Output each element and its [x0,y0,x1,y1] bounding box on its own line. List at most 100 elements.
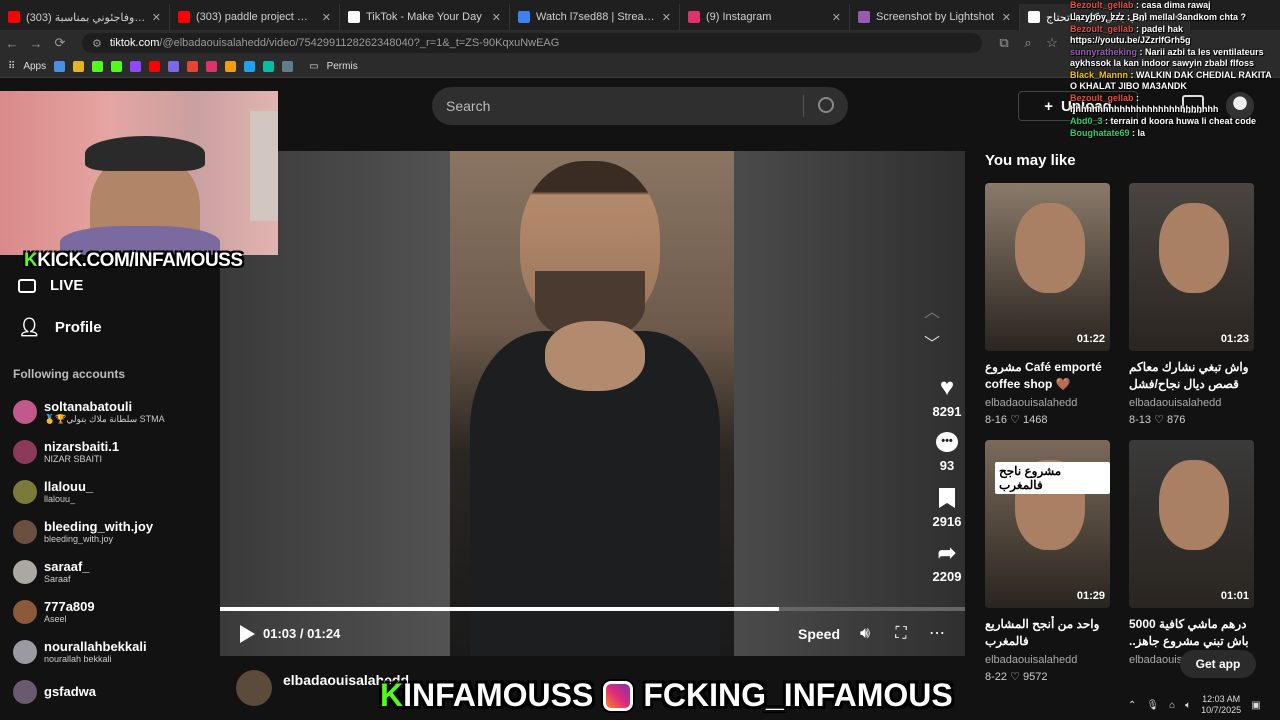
video-player[interactable]: 01:03 / 01:24 Speed 🔊︎ ⛶ ⋯ [220,151,965,656]
account-text: nizarsbaiti.1 NIZAR SBAITI [44,439,119,465]
video-title[interactable]: مشروع Café emporté coffee shop 🤎 [985,359,1110,393]
video-thumbnail[interactable]: 01:01 [1129,440,1254,608]
video-author[interactable]: elbadaouisalahedd [1129,397,1254,409]
video-frame[interactable] [450,151,734,656]
search-icon[interactable] [818,97,834,113]
following-account[interactable]: nizarsbaiti.1 NIZAR SBAITI [13,434,213,470]
tab-title: (9) Instagram [706,11,772,23]
recommendation-card[interactable]: 01:23 واش تبغي نشارك معاكم قصص ديال نجاح/… [1129,183,1254,426]
browser-tab[interactable]: Screenshot by Lightshot ✕ [850,4,1020,30]
notification-icon[interactable]: ▣ [1251,700,1260,711]
close-icon[interactable]: ✕ [1002,11,1011,24]
bookmark-icon[interactable] [244,61,256,72]
comment-button[interactable]: ••• 93 [928,430,966,473]
account-name: llalouu_ [44,478,94,494]
banner-name: INFAMOUSS [403,677,594,713]
bookmark-icon[interactable] [225,61,237,72]
play-icon[interactable] [240,625,255,643]
reload-icon[interactable]: ⟳ [48,35,72,51]
fullscreen-icon[interactable]: ⛶ [892,625,910,643]
apps-grid-icon[interactable]: ⠿ [8,61,15,72]
browser-tab[interactable]: (9) Instagram ✕ [680,4,850,30]
following-account[interactable]: gsfadwa [13,674,213,710]
bookmark-kick-icon[interactable] [92,61,104,72]
following-account[interactable]: 777a809 Aseel [13,594,213,630]
close-icon[interactable]: ✕ [832,11,841,24]
bookmark-apps[interactable]: Apps [23,61,46,72]
close-icon[interactable]: ✕ [322,11,331,24]
close-icon[interactable]: ✕ [152,11,161,24]
video-thumbnail[interactable]: مشروع ناجح فالمغرب 01:29 [985,440,1110,608]
close-icon[interactable]: ✕ [492,11,501,24]
following-account[interactable]: saraaf_ Saraaf [13,554,213,590]
browser-tab[interactable]: Watch l7sed88 | Streamable ✕ [510,4,680,30]
bookmark-gmail-icon[interactable] [187,61,199,72]
bookmark-folder-permis[interactable]: Permis [327,61,358,72]
taskbar-clock[interactable]: 12:03 AM 10/7/2025 [1201,694,1241,716]
browser-tab[interactable]: (303) داروا ليا حفلة وفاجئوني بمناسبة ✕ [0,4,170,30]
video-author[interactable]: elbadaouisalahedd [985,654,1110,666]
microphone-icon[interactable]: 🎙︎ [1146,700,1159,711]
save-button[interactable]: 2916 [928,486,966,529]
like-button[interactable]: ♥ 8291 [928,374,966,419]
speed-button[interactable]: Speed [798,626,840,642]
speaker-icon[interactable]: 🔈︎ [1185,700,1191,711]
creator-avatar[interactable] [236,670,272,706]
share-button[interactable]: ➦ 2209 [928,540,966,584]
back-icon[interactable]: ← [0,36,24,51]
browser-tab[interactable]: TikTok - Make Your Day ✕ [340,4,510,30]
following-account[interactable]: llalouu_ llalouu_ [13,474,213,510]
video-title[interactable]: واحد من أنجح المشاريع فالمغرب [985,616,1110,650]
video-thumbnail[interactable]: 01:23 [1129,183,1254,351]
video-meta: 8-13 ♡ 876 [1129,413,1254,426]
search-input[interactable]: Search [432,87,848,125]
chevron-up-icon[interactable]: ︿ [924,298,940,322]
streamer-cap [85,136,205,171]
chevron-up-icon[interactable]: ⌃ [1128,700,1136,711]
browser-tab[interactable]: (303) paddle project maroc - YouTube ✕ [170,4,340,30]
video-title[interactable]: 5000 درهم ماشي كافية باش تبني مشروع جاهز… [1129,616,1254,650]
video-figure [545,321,645,391]
recommendation-card[interactable]: 01:22 مشروع Café emporté coffee shop 🤎 elb… [985,183,1110,426]
zoom-icon[interactable]: ⌕ [1016,35,1040,51]
bookmark-instagram-icon[interactable] [206,61,218,72]
volume-icon[interactable]: 🔊︎ [856,625,874,643]
video-title[interactable]: واش تبغي نشارك معاكم قصص ديال نجاح/فشل م… [1129,359,1254,393]
following-account[interactable]: soltanabatouli 🥇🏆سلطانة ملاك بتولي STMA [13,394,213,430]
site-info-icon[interactable]: ⚙ [92,37,102,50]
bookmark-icon[interactable] [263,61,275,72]
bookmark-youtube-icon[interactable] [149,61,161,72]
close-icon[interactable]: ✕ [662,11,671,24]
heart-outline-icon: ♡ [1007,414,1024,426]
nav-live[interactable]: LIVE [18,277,83,294]
recommendation-card[interactable]: مشروع ناجح فالمغرب 01:29 واحد من أنجح المش… [985,440,1110,683]
bookmark-twitch-icon[interactable] [130,61,142,72]
get-app-button[interactable]: Get app [1180,650,1256,678]
chat-text: : Bni mellal 3andkom chta ? [1127,12,1247,22]
bookmark-icon[interactable] [73,61,85,72]
chat-message: Bezoult_gellab : casa dima rawaj [1070,0,1280,11]
install-app-icon[interactable]: ⧉ [992,35,1016,51]
video-progress-bar[interactable] [220,607,965,611]
chevron-down-icon[interactable]: ﹀ [924,330,940,354]
more-options-icon[interactable]: ⋯ [928,625,946,643]
bookmark-icon[interactable] [168,61,180,72]
url-field[interactable]: ⚙ tiktok.com/@elbadaouisalahedd/video/75… [82,33,982,53]
bookmark-kick-icon[interactable] [111,61,123,72]
bookmark-icon[interactable] [282,61,294,72]
following-account[interactable]: nourallahbekkali nourallah bekkali [13,634,213,670]
forward-icon[interactable]: → [24,36,48,51]
bookmark-star-icon[interactable]: ☆ [1040,35,1064,51]
heart-outline-icon: ♡ [1151,414,1168,426]
video-thumbnail[interactable]: 01:22 [985,183,1110,351]
video-author[interactable]: elbadaouisalahedd [985,397,1110,409]
bookmark-icon[interactable] [54,61,66,72]
following-account[interactable]: bleeding_with.joy bleeding_with.joy [13,514,213,550]
nav-profile[interactable]: 👤︎ Profile [18,317,102,338]
recommendation-card[interactable]: 01:01 5000 درهم ماشي كافية باش تبني مشروع… [1129,440,1254,666]
account-text: llalouu_ llalouu_ [44,478,94,505]
tab-favicon-icon [1028,11,1040,23]
network-icon[interactable]: ⌂ [1169,700,1175,711]
account-name: nourallahbekkali [44,638,147,654]
thumbnail-caption: مشروع ناجح فالمغرب [995,462,1110,494]
